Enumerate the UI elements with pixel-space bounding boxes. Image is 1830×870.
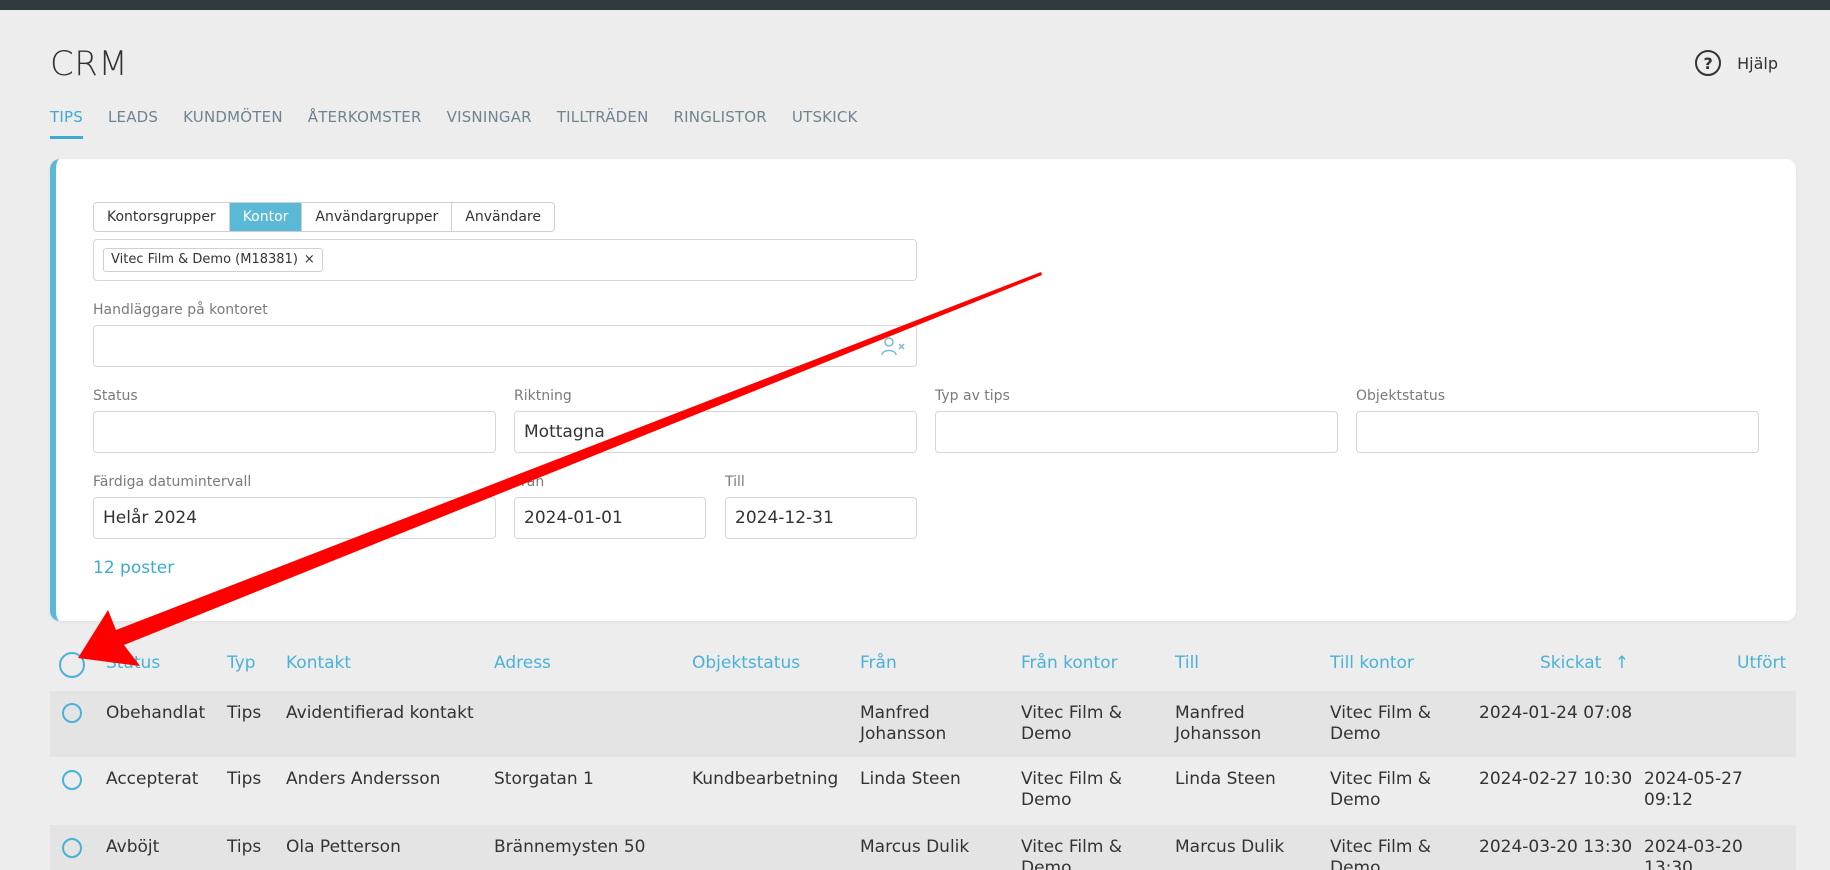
row-to-office: Vitec Film & Demo: [1330, 703, 1432, 744]
row-type: Tips: [227, 703, 262, 723]
row-done: 2024-03-20 13:30: [1644, 837, 1743, 870]
tab-visningar[interactable]: VISNINGAR: [447, 108, 532, 139]
help-button[interactable]: ? Hjälp: [1695, 50, 1778, 76]
help-label: Hjälp: [1737, 53, 1778, 73]
row-from: Manfred Johansson: [860, 703, 947, 744]
tab-tips[interactable]: TIPS: [50, 108, 83, 139]
row-to: Linda Steen: [1175, 769, 1276, 789]
table-row[interactable]: Avböjt Tips Ola Petterson Brännemysten 5…: [50, 825, 1796, 870]
scope-kontor-button[interactable]: Kontor: [229, 203, 303, 231]
tab-tilltraden[interactable]: TILLTRÄDEN: [557, 108, 649, 139]
col-header-type[interactable]: Typ: [227, 653, 256, 673]
tip-type-label: Typ av tips: [935, 388, 1010, 404]
scope-selector: Kontorsgrupper Kontor Användargrupper An…: [93, 202, 555, 232]
row-object-status: Kundbearbetning: [692, 769, 839, 789]
record-count: 12 poster: [93, 558, 175, 578]
tab-kundmoten[interactable]: KUNDMÖTEN: [183, 108, 283, 139]
col-header-status[interactable]: Status: [106, 653, 160, 673]
to-date-value: 2024-12-31: [735, 508, 834, 528]
handler-label: Handläggare på kontoret: [93, 302, 268, 318]
page-title: CRM: [50, 44, 129, 84]
tab-utskick[interactable]: UTSKICK: [792, 108, 858, 139]
row-radio[interactable]: [62, 703, 82, 723]
row-address: Storgatan 1: [494, 769, 594, 789]
date-range-label: Färdiga datumintervall: [93, 474, 252, 490]
row-type: Tips: [227, 769, 262, 789]
object-status-label: Objektstatus: [1356, 388, 1446, 404]
col-header-from-office[interactable]: Från kontor: [1021, 653, 1118, 673]
row-sent: 2024-01-24 07:08: [1479, 703, 1633, 723]
close-icon[interactable]: ×: [304, 249, 315, 271]
col-header-to-office[interactable]: Till kontor: [1330, 653, 1414, 673]
col-header-to[interactable]: Till: [1175, 653, 1199, 673]
tab-aterkomster[interactable]: ÅTERKOMSTER: [308, 108, 422, 139]
row-radio[interactable]: [62, 770, 82, 790]
status-select[interactable]: [93, 411, 496, 453]
row-sent: 2024-02-27 10:30: [1479, 769, 1633, 789]
person-remove-icon[interactable]: [880, 336, 906, 356]
office-select[interactable]: Vitec Film & Demo (M18381) ×: [93, 239, 917, 281]
row-done: 2024-05-27 09:12: [1644, 769, 1743, 810]
date-range-select[interactable]: Helår 2024: [93, 497, 496, 539]
col-header-contact[interactable]: Kontakt: [286, 653, 351, 673]
row-to-office: Vitec Film & Demo: [1330, 837, 1432, 870]
row-sent: 2024-03-20 13:30: [1479, 837, 1633, 857]
row-radio[interactable]: [62, 838, 82, 858]
row-contact: Ola Petterson: [286, 837, 401, 857]
row-status: Accepterat: [106, 769, 199, 789]
col-header-from[interactable]: Från: [860, 653, 897, 673]
direction-value: Mottagna: [524, 422, 605, 442]
from-date-value: 2024-01-01: [524, 508, 623, 528]
scope-kontorsgrupper-button[interactable]: Kontorsgrupper: [94, 203, 230, 231]
row-to: Manfred Johansson: [1175, 703, 1262, 744]
col-header-sent[interactable]: Skickat ↑: [1540, 653, 1629, 673]
to-date-label: Till: [725, 474, 745, 490]
tip-type-select[interactable]: [935, 411, 1338, 453]
row-type: Tips: [227, 837, 262, 857]
row-from-office: Vitec Film & Demo: [1021, 769, 1123, 810]
table-row[interactable]: Obehandlat Tips Avidentifierad kontakt M…: [50, 691, 1796, 757]
col-header-object-status[interactable]: Objektstatus: [692, 653, 800, 673]
row-from: Marcus Dulik: [860, 837, 970, 857]
row-from-office: Vitec Film & Demo: [1021, 837, 1123, 870]
crm-tabs: TIPS LEADS KUNDMÖTEN ÅTERKOMSTER VISNING…: [50, 108, 858, 139]
tab-leads[interactable]: LEADS: [108, 108, 158, 139]
to-date-input[interactable]: 2024-12-31: [725, 497, 917, 539]
col-header-address[interactable]: Adress: [494, 653, 551, 673]
object-status-select[interactable]: [1356, 411, 1759, 453]
row-status: Avböjt: [106, 837, 160, 857]
col-header-done[interactable]: Utfört: [1737, 653, 1786, 673]
date-range-value: Helår 2024: [103, 508, 198, 528]
question-circle-icon: ?: [1695, 50, 1722, 76]
row-from: Linda Steen: [860, 769, 961, 789]
tab-ringlistor[interactable]: RINGLISTOR: [674, 108, 767, 139]
row-contact: Avidentifierad kontakt: [286, 703, 474, 723]
office-chip-label: Vitec Film & Demo (M18381): [111, 252, 298, 267]
row-contact: Anders Andersson: [286, 769, 441, 789]
office-chip: Vitec Film & Demo (M18381) ×: [103, 248, 323, 272]
select-all-radio[interactable]: [59, 652, 85, 678]
top-bar: [0, 0, 1830, 10]
arrow-up-icon: ↑: [1614, 653, 1629, 673]
row-to-office: Vitec Film & Demo: [1330, 769, 1432, 810]
row-status: Obehandlat: [106, 703, 206, 723]
row-from-office: Vitec Film & Demo: [1021, 703, 1123, 744]
row-to: Marcus Dulik: [1175, 837, 1285, 857]
direction-label: Riktning: [514, 388, 572, 404]
scope-anvandargrupper-button[interactable]: Användargrupper: [302, 203, 453, 231]
col-header-sent-label: Skickat: [1540, 653, 1602, 673]
from-date-label: Från: [514, 474, 545, 490]
row-address: Brännemysten 50: [494, 837, 646, 857]
direction-select[interactable]: Mottagna: [514, 411, 917, 453]
from-date-input[interactable]: 2024-01-01: [514, 497, 706, 539]
table-row[interactable]: Accepterat Tips Anders Andersson Storgat…: [50, 757, 1796, 825]
handler-input[interactable]: [93, 325, 917, 367]
scope-anvandare-button[interactable]: Användare: [452, 203, 554, 231]
status-label: Status: [93, 388, 138, 404]
